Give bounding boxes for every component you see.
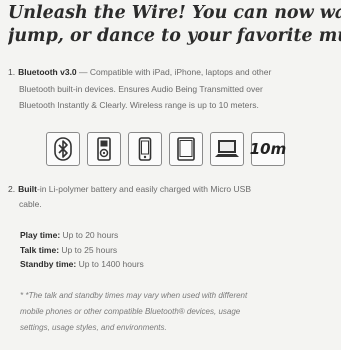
standby-time-row: Standby time: Up to 1400 hours bbox=[20, 257, 144, 272]
laptop-icon bbox=[210, 132, 244, 166]
feature-title: Built bbox=[18, 184, 37, 194]
standby-time-label: Standby time: bbox=[20, 259, 77, 269]
headline-line-1: Unleash the Wire! You can now walk, bbox=[8, 3, 341, 23]
feature-battery: 2. Built-in Li-polymer battery and easily… bbox=[8, 182, 341, 212]
play-time-value: Up to 20 hours bbox=[60, 230, 119, 240]
range-badge-label: 10m bbox=[249, 140, 287, 158]
range-badge: 10m bbox=[249, 132, 287, 166]
play-time-label: Play time: bbox=[20, 230, 61, 240]
feature-number: 2. bbox=[8, 184, 16, 194]
note-line-3: settings, usage styles, and environments… bbox=[20, 323, 167, 332]
bluetooth-icon bbox=[46, 132, 80, 166]
play-time-row: Play time: Up to 20 hours bbox=[20, 228, 144, 243]
feature-text: -in Li-polymer battery and easily charge… bbox=[36, 184, 251, 194]
note-line-2: mobile phones or other compatible Blueto… bbox=[20, 307, 241, 316]
standby-time-value: Up to 1400 hours bbox=[76, 259, 144, 269]
ipod-icon bbox=[87, 132, 121, 166]
battery-times: Play time: Up to 20 hours Talk time: Up … bbox=[20, 228, 144, 272]
feature-battery-line-1: 2. Built-in Li-polymer battery and easily… bbox=[8, 182, 341, 197]
talk-time-label: Talk time: bbox=[20, 244, 60, 255]
feature-bluetooth-line-3: Bluetooth Instantly & Clearly. Wireless … bbox=[19, 100, 259, 110]
smartphone-icon bbox=[128, 132, 162, 166]
talk-time-row: Talk time: Up to 25 hours bbox=[20, 243, 144, 258]
headline-line-2: jump, or dance to your favorite music bbox=[8, 26, 341, 46]
talk-time-value: Up to 25 hours bbox=[59, 244, 118, 255]
disclaimer-note: * *The talk and standby times may vary w… bbox=[20, 288, 341, 336]
feature-battery-line-2: cable. bbox=[19, 199, 42, 209]
tablet-icon bbox=[169, 132, 203, 166]
feature-title: Bluetooth v3.0 bbox=[18, 67, 77, 77]
feature-number: 1. bbox=[8, 67, 16, 77]
feature-bluetooth-line-2: Bluetooth built-in devices. Ensures Audi… bbox=[19, 83, 263, 94]
feature-bluetooth-line-1: 1. Bluetooth v3.0 — Compatible with iPad,… bbox=[8, 64, 341, 81]
headline: Unleash the Wire! You can now walk, jump… bbox=[8, 2, 341, 48]
note-line-1: * *The talk and standby times may vary w… bbox=[20, 291, 248, 300]
feature-text: — Compatible with iPad, iPhone, laptops … bbox=[76, 67, 272, 77]
feature-bluetooth: 1. Bluetooth v3.0 — Compatible with iPad,… bbox=[8, 64, 341, 114]
